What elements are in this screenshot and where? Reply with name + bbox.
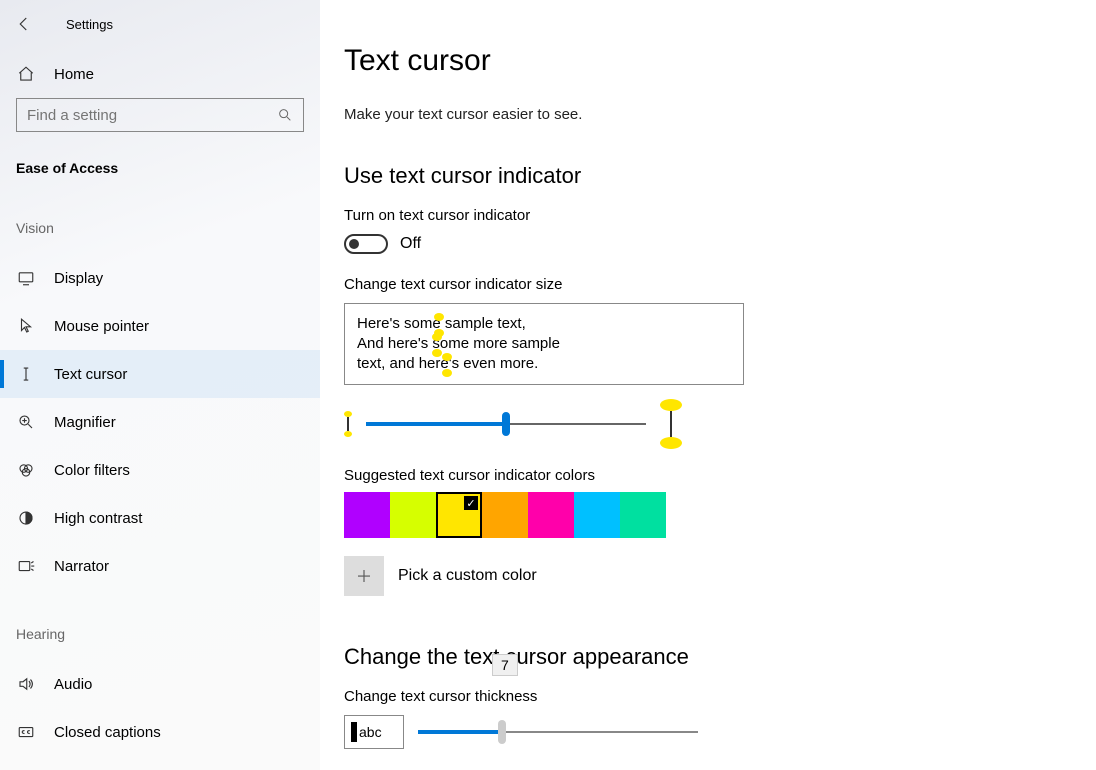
thickness-slider[interactable]: [418, 722, 698, 742]
sidebar-item-mouse-pointer[interactable]: Mouse pointer: [0, 302, 320, 350]
vision-section-label: Vision: [0, 184, 320, 244]
pick-custom-color-button[interactable]: [344, 556, 384, 596]
sidebar-item-text-cursor[interactable]: Text cursor: [0, 350, 320, 398]
color-swatch[interactable]: [528, 492, 574, 538]
search-field[interactable]: [27, 107, 277, 124]
color-swatch[interactable]: [620, 492, 666, 538]
closed-captions-icon: [16, 722, 36, 742]
narrator-icon: [16, 556, 36, 576]
toggle-label: Turn on text cursor indicator: [344, 207, 1072, 224]
sidebar-item-label: Mouse pointer: [54, 318, 149, 335]
sidebar-item-label: High contrast: [54, 510, 142, 527]
ease-of-access-label: Ease of Access: [0, 136, 320, 184]
color-swatches: ✓: [344, 492, 1072, 538]
high-contrast-icon: [16, 508, 36, 528]
color-swatch[interactable]: [344, 492, 390, 538]
app-title: Settings: [66, 17, 113, 32]
page-subtitle: Make your text cursor easier to see.: [344, 106, 1072, 123]
size-label: Change text cursor indicator size: [344, 276, 1072, 293]
colors-label: Suggested text cursor indicator colors: [344, 467, 1072, 484]
sidebar-item-display[interactable]: Display: [0, 254, 320, 302]
sidebar-item-high-contrast[interactable]: High contrast: [0, 494, 320, 542]
thickness-preview: abc: [344, 715, 404, 749]
thickness-label: Change text cursor thickness: [344, 688, 1072, 705]
mouse-pointer-icon: [16, 316, 36, 336]
indicator-preview: Here's some sample text, And here's some…: [344, 303, 744, 385]
sidebar-item-audio[interactable]: Audio: [0, 660, 320, 708]
check-icon: ✓: [464, 496, 478, 510]
indicator-size-slider[interactable]: [366, 414, 646, 434]
indicator-toggle[interactable]: [344, 234, 388, 254]
sidebar-item-magnifier[interactable]: Magnifier: [0, 398, 320, 446]
hearing-section-label: Hearing: [0, 590, 320, 650]
home-icon: [16, 64, 36, 84]
main-content: Text cursor Make your text cursor easier…: [320, 0, 1096, 770]
hearing-nav-list: Audio Closed captions: [0, 650, 320, 756]
sidebar-item-home[interactable]: Home: [0, 54, 320, 94]
page-title: Text cursor: [344, 44, 1072, 78]
sidebar-item-label: Color filters: [54, 462, 130, 479]
small-cursor-icon: [344, 411, 352, 437]
audio-icon: [16, 674, 36, 694]
indicator-section-heading: Use text cursor indicator: [344, 163, 1072, 189]
magnifier-icon: [16, 412, 36, 432]
display-icon: [16, 268, 36, 288]
appearance-section-heading: Change the text cursor appearance: [344, 644, 1072, 670]
text-cursor-icon: [16, 364, 36, 384]
color-swatch[interactable]: ✓: [436, 492, 482, 538]
sidebar: Settings Home Ease of Access Vision Disp…: [0, 0, 320, 770]
sidebar-item-label: Display: [54, 270, 103, 287]
sidebar-item-closed-captions[interactable]: Closed captions: [0, 708, 320, 756]
home-label: Home: [54, 66, 94, 83]
toggle-state-text: Off: [400, 235, 421, 253]
color-filters-icon: [16, 460, 36, 480]
color-swatch[interactable]: [482, 492, 528, 538]
sidebar-item-label: Magnifier: [54, 414, 116, 431]
sidebar-item-label: Narrator: [54, 558, 109, 575]
sidebar-item-color-filters[interactable]: Color filters: [0, 446, 320, 494]
color-swatch[interactable]: [390, 492, 436, 538]
sidebar-item-label: Audio: [54, 676, 92, 693]
thickness-tooltip: 7: [492, 654, 518, 676]
custom-color-label: Pick a custom color: [398, 567, 537, 585]
sidebar-item-label: Text cursor: [54, 366, 127, 383]
vision-nav-list: Display Mouse pointer Text cursor Magnifier…: [0, 244, 320, 590]
sidebar-item-label: Closed captions: [54, 724, 161, 741]
search-icon: [277, 107, 293, 123]
search-input[interactable]: [16, 98, 304, 132]
sidebar-item-narrator[interactable]: Narrator: [0, 542, 320, 590]
large-cursor-icon: [660, 399, 682, 449]
color-swatch[interactable]: [574, 492, 620, 538]
back-button[interactable]: [12, 12, 36, 36]
